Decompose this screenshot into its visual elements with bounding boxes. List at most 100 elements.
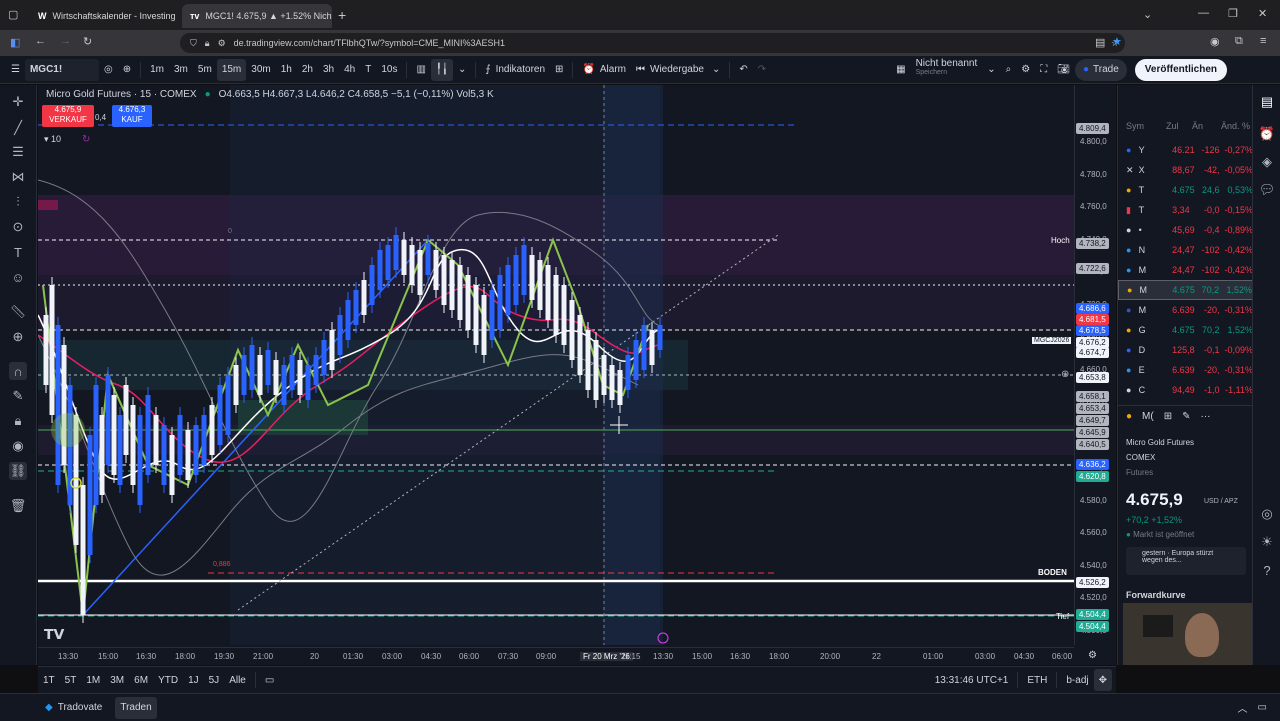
watchlist-row[interactable]: ● E 6.639 -20, -0,31% <box>1118 360 1253 380</box>
lock-drawings-icon[interactable]: ✎ <box>9 387 27 405</box>
search-icon[interactable]: ⌕ <box>1001 59 1017 81</box>
range-1m[interactable]: 1M <box>81 669 105 691</box>
watchlist-row[interactable]: ● T 4.675 24,6 0,53% <box>1118 180 1253 200</box>
buy-button[interactable]: 4.676,3 KAUF <box>112 105 152 127</box>
lock-icon[interactable]: 🔒︎ <box>9 412 27 430</box>
interval-4h[interactable]: 4h <box>339 59 360 81</box>
interval-day[interactable]: T <box>360 59 376 81</box>
layout-name-button[interactable]: Nicht benannt Speichern <box>911 58 983 81</box>
watchlist-row[interactable]: ● • 45,69 -0,4 -0,89% <box>1118 220 1253 240</box>
watchlist-row[interactable]: ● G 4.675 70,2 1,52% <box>1118 320 1253 340</box>
range-3m[interactable]: 3M <box>105 669 129 691</box>
settings-icon[interactable]: ⚙ <box>1016 59 1035 81</box>
forward-icon[interactable]: → <box>60 35 71 47</box>
range-6m[interactable]: 6M <box>129 669 153 691</box>
minimize-icon[interactable]: — <box>1198 7 1209 19</box>
templates-icon[interactable]: ⊞ <box>550 59 568 81</box>
interval-15m[interactable]: 15m <box>216 58 247 81</box>
tv-menu-icon[interactable]: ☰ <box>6 59 25 81</box>
compare-icon[interactable]: ◎ <box>99 59 118 81</box>
watchlist-row[interactable]: ✕ X 88,67 -42, -0,05% <box>1118 160 1253 180</box>
crosshair-icon[interactable]: ✛ <box>9 93 27 111</box>
calendar-icon[interactable]: ☀ <box>1258 533 1276 551</box>
trend-line-icon[interactable]: ╱ <box>9 119 27 137</box>
chevron-down-icon[interactable]: ⌄ <box>1143 8 1152 21</box>
eye-icon[interactable]: ◉ <box>9 437 27 455</box>
watchlist-row[interactable]: ● C 94,49 -1,0 -1,11% <box>1118 380 1253 400</box>
reader-icon[interactable]: ▤ <box>1095 36 1105 49</box>
watchlist-row[interactable]: ● M 6.639 -20, -0,31% <box>1118 300 1253 320</box>
interval-5m[interactable]: 5m <box>193 59 217 81</box>
watchlist-row[interactable]: ● N 24,47 -102 -0,42% <box>1118 240 1253 260</box>
price-chart[interactable]: Micro Gold Futures · 15 · COMEX ● O4.663… <box>38 85 1116 665</box>
range-ytd[interactable]: YTD <box>153 669 183 691</box>
ruler-icon[interactable]: 📏︎ <box>9 303 27 321</box>
clock[interactable]: 13:31:46 UTC+1 <box>930 669 1014 691</box>
interval-3m[interactable]: 3m <box>169 59 193 81</box>
zoom-icon[interactable]: ⊕ <box>9 328 27 346</box>
menu-icon[interactable]: ≡ <box>1260 35 1266 47</box>
chevron-down-icon[interactable]: ⌄ <box>453 59 471 81</box>
new-tab-icon[interactable]: + <box>338 7 346 23</box>
star-filled-icon[interactable]: ★ <box>1112 35 1122 48</box>
more-icon[interactable]: ··· <box>1201 411 1211 422</box>
fib-icon[interactable]: ☰ <box>9 143 27 161</box>
price-axis[interactable]: 4.800,04.780,04.760,04.740,04.720,04.700… <box>1074 85 1116 645</box>
range-5d[interactable]: 5T <box>60 669 82 691</box>
trade-tab[interactable]: Traden <box>115 696 157 719</box>
add-alert-icon[interactable]: ⊕ <box>1061 369 1069 380</box>
candle-style-icon[interactable]: ╿╽ <box>430 58 453 81</box>
collapse-icon[interactable]: ︿ <box>1233 697 1253 719</box>
watchlist-row[interactable]: ● Y 46.21 -126 -0,27% <box>1118 140 1253 160</box>
range-1d[interactable]: 1T <box>38 669 60 691</box>
bar-style-icon[interactable]: ▥ <box>411 59 430 81</box>
url-field[interactable]: ⛉ 🔒︎ ⚙ de.tradingview.com/chart/TFlbhQTw… <box>180 33 1125 53</box>
target-icon[interactable]: ◎ <box>1258 505 1276 523</box>
emoji-icon[interactable]: ☺ <box>9 268 27 286</box>
chevron-down-icon[interactable]: ⌄ <box>982 59 1000 81</box>
axis-settings-icon[interactable]: ⚙ <box>1088 650 1097 661</box>
pattern-icon[interactable]: ⋈ <box>9 168 27 186</box>
refresh-icon[interactable]: ↻ <box>82 134 90 145</box>
range-5y[interactable]: 5J <box>204 669 225 691</box>
extensions-icon[interactable]: ⧉ <box>1235 35 1243 48</box>
window-menu-icon[interactable]: ▢ <box>8 8 18 21</box>
maximize-panel-icon[interactable]: ▭ <box>1253 697 1272 719</box>
trade-button[interactable]: ● Trade <box>1074 58 1127 81</box>
sidebar-icon[interactable]: ◧ <box>10 36 20 49</box>
chart-canvas[interactable] <box>38 85 1116 665</box>
broker-button[interactable]: ◆ Tradovate <box>40 697 107 719</box>
alarm-button[interactable]: ⏰ Alarm <box>577 59 631 81</box>
watchlist-row[interactable]: ● D 125,8 -0,1 -0,09% <box>1118 340 1253 360</box>
watchlist-row[interactable]: ● M 4.675 70,2 1,52% <box>1118 280 1253 300</box>
account-icon[interactable]: ◉ <box>1210 35 1220 48</box>
layout-icon[interactable]: ▦ <box>891 59 910 81</box>
watchlist-icon[interactable]: ▤ <box>1258 93 1276 111</box>
tab-tradingview[interactable]: ᴛv MGC1! 4.675,9 ▲ +1.52% Nich ✕ <box>182 4 332 28</box>
shield-icon[interactable]: ⛉ <box>190 38 197 49</box>
session-toggle[interactable]: ETH <box>1022 669 1052 691</box>
camera-icon[interactable]: 📷︎ <box>1052 59 1075 81</box>
maximize-icon[interactable]: ❐ <box>1228 7 1238 20</box>
indicator-toggle[interactable]: ▾ 10 <box>44 134 61 145</box>
sell-button[interactable]: 4.675,9 VERKAUF <box>42 105 94 127</box>
alerts-icon[interactable]: ⏰ <box>1258 125 1276 143</box>
indicators-button[interactable]: ⨍ Indikatoren <box>480 59 550 81</box>
site-settings-icon[interactable]: ⚙ <box>218 38 226 49</box>
interval-3h[interactable]: 3h <box>318 59 339 81</box>
time-axis[interactable]: 13:30 15:00 16:30 18:00 19:30 21:00 20 01:30 03:… <box>38 647 1074 665</box>
data-window-icon[interactable]: ◈ <box>1258 153 1276 171</box>
news-item[interactable]: gestern · Europa stürzt wegen des... <box>1126 547 1246 575</box>
range-1y[interactable]: 1J <box>183 669 204 691</box>
link-icon[interactable]: ⛓ <box>9 462 27 480</box>
back-icon[interactable]: ← <box>35 35 46 47</box>
range-all[interactable]: Alle <box>224 669 251 691</box>
brush-icon[interactable]: ⊙ <box>9 218 27 236</box>
grid-icon[interactable]: ⊞ <box>1164 411 1172 422</box>
help-icon[interactable]: ? <box>1258 561 1276 579</box>
trash-icon[interactable]: 🗑︎ <box>9 497 27 515</box>
reload-icon[interactable]: ↻ <box>83 35 92 48</box>
interval-1m[interactable]: 1m <box>145 59 169 81</box>
add-symbol-icon[interactable]: ⊕ <box>118 59 136 81</box>
goto-date-icon[interactable]: ▭ <box>260 669 279 691</box>
